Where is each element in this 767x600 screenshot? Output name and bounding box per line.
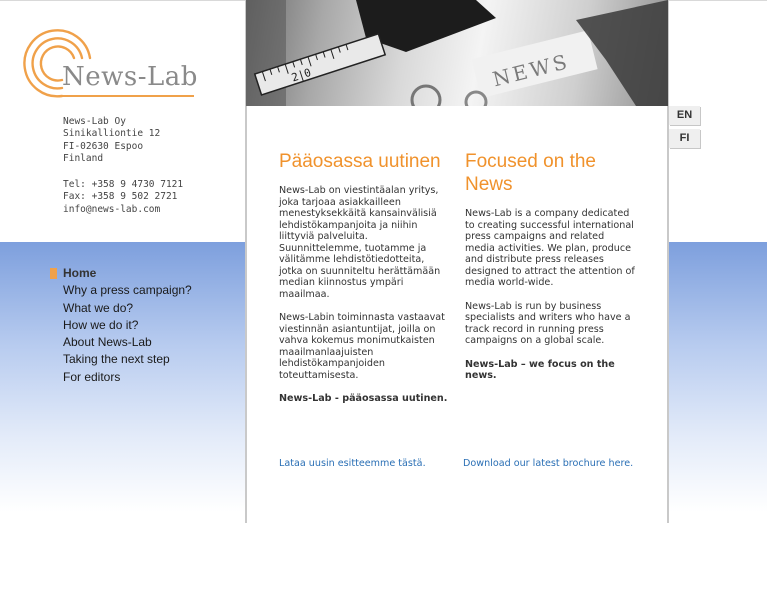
typewriter-photo-icon: 2|0 NEWS: [246, 0, 668, 106]
nav-item-label: How we do it?: [63, 317, 139, 332]
nav-item-next-step[interactable]: Taking the next step: [50, 352, 192, 369]
nav-item-what-we-do[interactable]: What we do?: [50, 301, 192, 318]
nav-item-why-press-campaign[interactable]: Why a press campaign?: [50, 283, 192, 300]
company-name: News-Lab Oy: [63, 116, 126, 127]
finnish-paragraph-2: News-Labin toiminnasta vastaavat viestin…: [279, 312, 445, 381]
nav-item-label: About News-Lab: [63, 335, 152, 350]
finnish-column: Pääosassa uutinen News-Lab on viestintäa…: [279, 150, 449, 405]
english-brochure-link[interactable]: Download our latest brochure here.: [463, 458, 633, 469]
english-heading: Focused on the News: [465, 151, 596, 195]
language-tab-fi[interactable]: FI: [669, 129, 700, 148]
nav-item-for-editors[interactable]: For editors: [50, 370, 192, 387]
english-tagline: News-Lab – we focus on the news.: [465, 358, 615, 382]
english-paragraph-2: News-Lab is run by business specialists …: [465, 300, 631, 347]
english-paragraph-1: News-Lab is a company dedicated to creat…: [465, 208, 635, 288]
email-link[interactable]: info@news-lab.com: [63, 204, 183, 216]
logo-underline: [62, 95, 194, 97]
finnish-heading: Pääosassa uutinen: [279, 151, 441, 172]
street-address: Sinikalliontie 12: [63, 128, 161, 140]
fax-number: Fax: +358 9 502 2721: [63, 191, 178, 203]
postal-code: FI-02630 Espoo: [63, 140, 144, 152]
nav-item-label: Home: [63, 266, 97, 280]
nav-item-label: Why a press campaign?: [63, 283, 192, 298]
english-column: Focused on the News News-Lab is a compan…: [465, 150, 635, 382]
nav-item-label: Taking the next step: [63, 352, 170, 367]
main-nav: Home Why a press campaign? What we do? H…: [50, 266, 192, 387]
hero-image: 2|0 NEWS: [246, 0, 668, 106]
active-marker-icon: [50, 268, 57, 279]
finnish-tagline: News-Lab - pääosassa uutinen.: [279, 393, 448, 404]
logo-wordmark: News-Lab: [62, 62, 198, 92]
nav-item-home[interactable]: Home: [50, 266, 192, 283]
language-tab-en[interactable]: EN: [669, 106, 700, 125]
nav-item-label: What we do?: [63, 300, 134, 315]
nav-item-how-we-do-it[interactable]: How we do it?: [50, 318, 192, 335]
nav-item-label: For editors: [63, 369, 121, 384]
nav-item-about[interactable]: About News-Lab: [50, 335, 192, 352]
country: Finland: [63, 152, 104, 164]
phone-number: Tel: +358 9 4730 7121: [63, 179, 184, 191]
company-address: News-Lab Oy Sinikalliontie 12 FI-02630 E…: [63, 116, 183, 216]
finnish-brochure-link[interactable]: Lataa uusin esitteemme tästä.: [279, 458, 426, 469]
finnish-paragraph-1: News-Lab on viestintäalan yritys, joka t…: [279, 185, 441, 300]
